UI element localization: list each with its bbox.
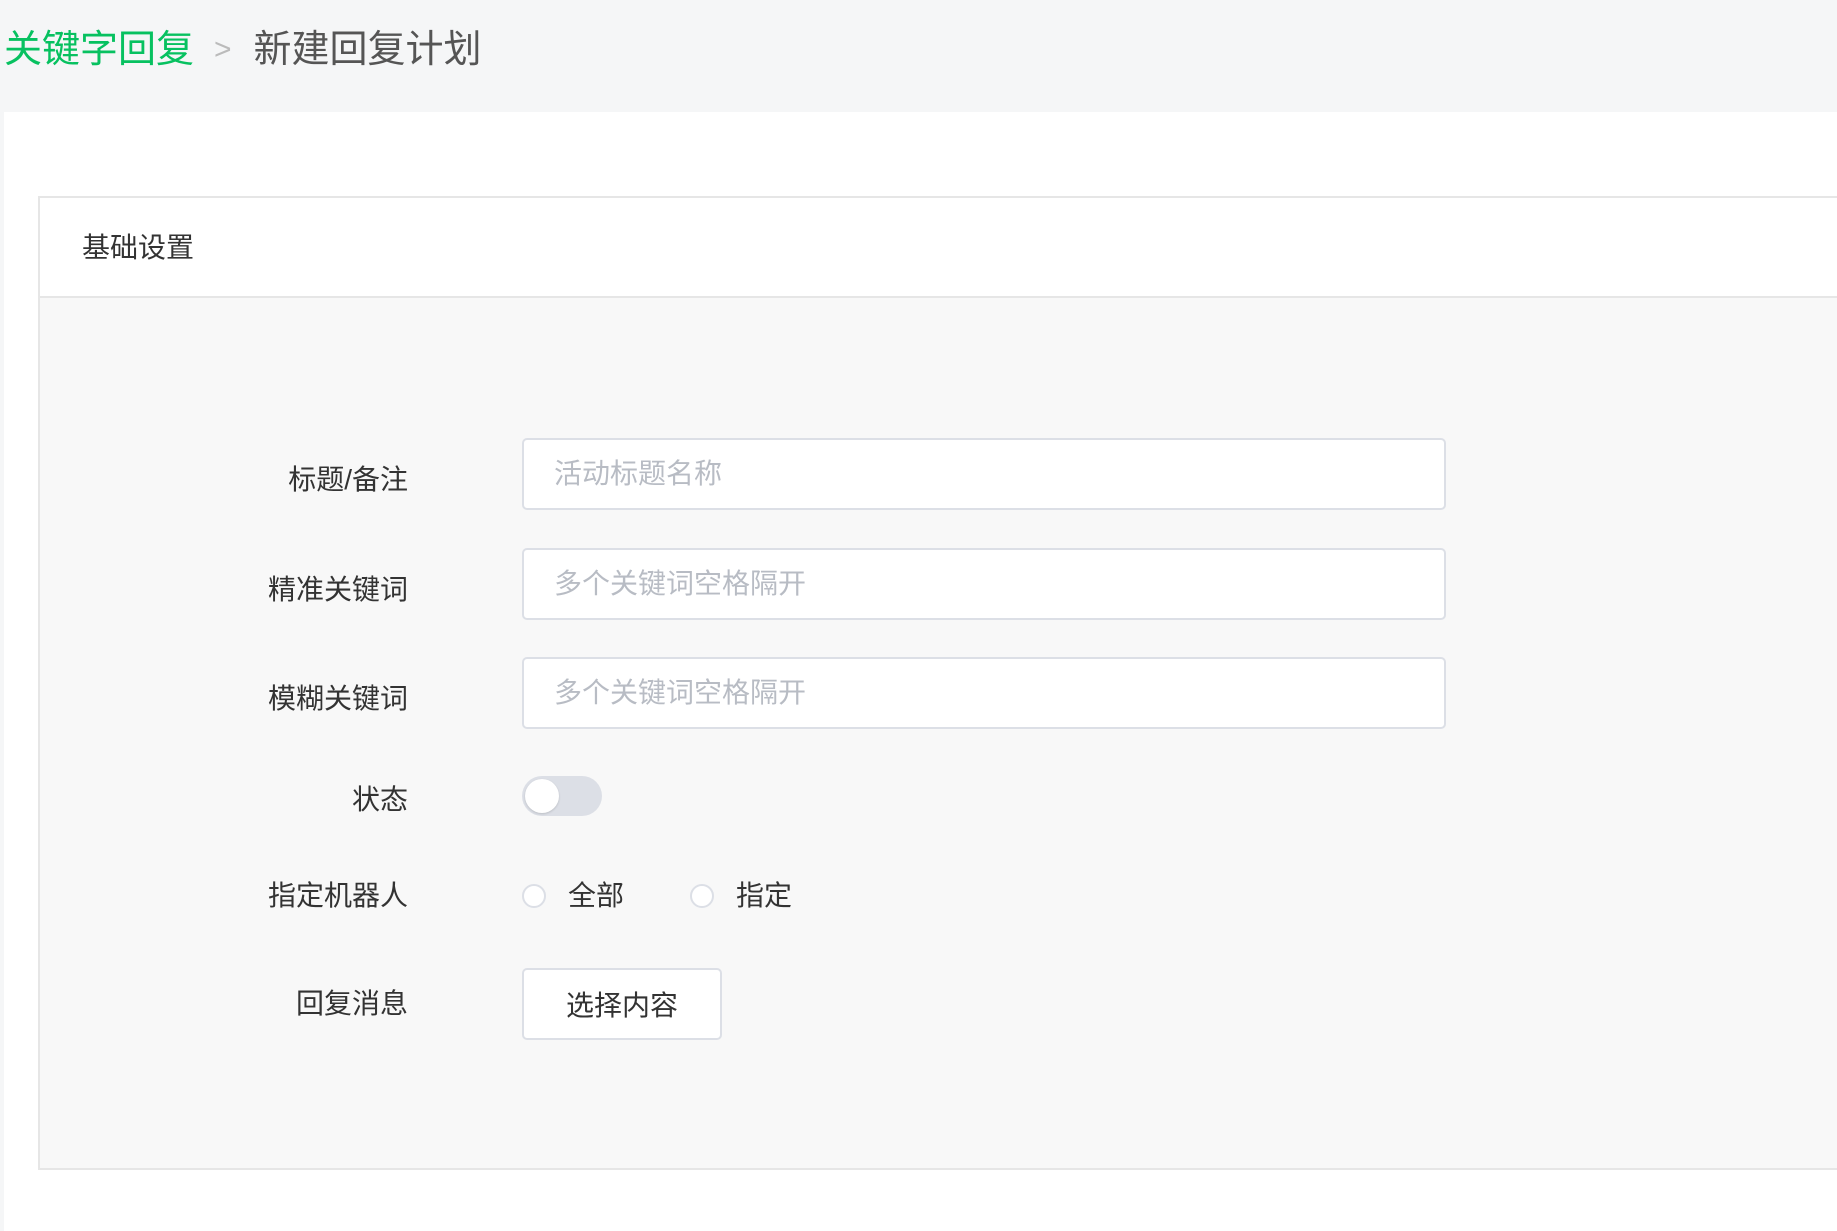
fuzzy-keywords-label: 模糊关键词 [267,683,408,714]
panel-header: 基础设置 [40,198,1837,298]
breadcrumb-link-keyword-reply[interactable]: 关键字回复 [4,22,194,78]
reply-label: 回复消息 [295,988,408,1019]
radio-circle-icon [522,884,546,908]
panel-title: 基础设置 [82,232,195,263]
radio-label-all: 全部 [568,880,625,911]
basic-settings-panel: 基础设置 标题/备注 精准关键词 模糊关键词 状态 指定机器人 全部 指定 [38,196,1837,1170]
toggle-knob [525,779,559,813]
page-header: 关键字回复 > 新建回复计划 [0,0,1837,112]
radio-label-specify: 指定 [736,880,793,911]
status-toggle[interactable] [522,776,602,816]
robot-label: 指定机器人 [267,880,408,911]
radio-circle-icon [690,884,715,908]
title-input[interactable] [522,438,1446,510]
breadcrumb: 关键字回复 > 新建回复计划 [4,22,482,78]
status-label: 状态 [351,784,408,815]
exact-keywords-input[interactable] [522,548,1446,620]
chevron-right-icon: > [214,33,232,66]
exact-keywords-label: 精准关键词 [267,574,408,605]
fuzzy-keywords-input[interactable] [522,657,1446,729]
robot-radio-group: 全部 指定 [522,876,858,916]
radio-option-specify[interactable]: 指定 [690,876,792,916]
breadcrumb-current: 新建回复计划 [253,29,482,71]
radio-option-all[interactable]: 全部 [522,876,624,916]
title-label: 标题/备注 [288,464,408,495]
main-content: 基础设置 标题/备注 精准关键词 模糊关键词 状态 指定机器人 全部 指定 [4,112,1837,1231]
select-content-button[interactable]: 选择内容 [522,968,722,1040]
